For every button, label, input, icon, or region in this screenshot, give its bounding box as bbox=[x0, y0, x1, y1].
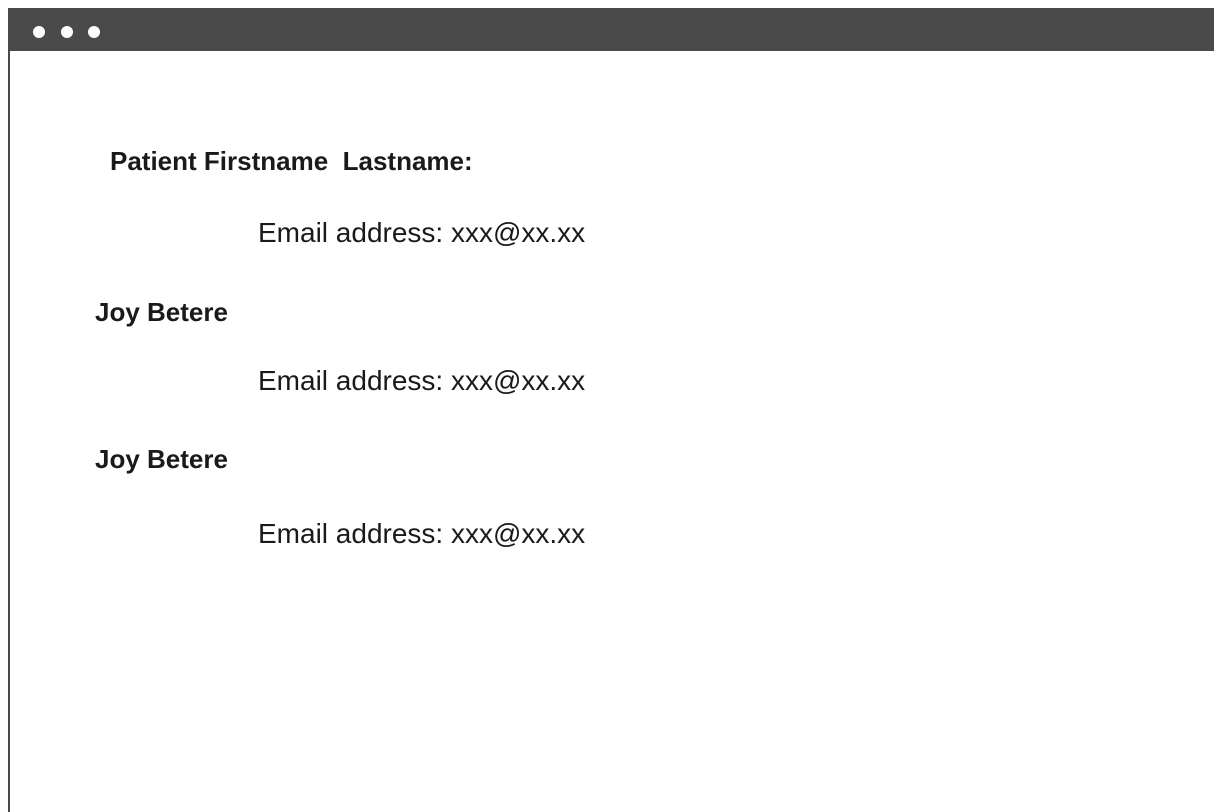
window-dot-icon[interactable] bbox=[61, 26, 73, 38]
email-value: xxx@xx.xx bbox=[450, 217, 586, 248]
email-label: Email address: bbox=[258, 365, 444, 396]
header-email: Email address: xxx@xx.xx bbox=[258, 217, 585, 249]
title-bar bbox=[8, 8, 1214, 51]
patient-email: Email address: xxx@xx.xx bbox=[258, 518, 585, 550]
window-dot-icon[interactable] bbox=[33, 26, 45, 38]
patient-list: Patient Firstname Lastname: Email addres… bbox=[10, 51, 1214, 812]
browser-window: Patient Firstname Lastname: Email addres… bbox=[8, 8, 1214, 812]
window-dot-icon[interactable] bbox=[88, 26, 100, 38]
email-value: xxx@xx.xx bbox=[450, 365, 586, 396]
email-label: Email address: bbox=[258, 518, 444, 549]
patient-name[interactable]: Joy Betere bbox=[95, 444, 228, 475]
patient-email: Email address: xxx@xx.xx bbox=[258, 365, 585, 397]
email-value: xxx@xx.xx bbox=[450, 518, 586, 549]
page-title: Patient Firstname Lastname: bbox=[110, 146, 473, 176]
patient-name[interactable]: Joy Betere bbox=[95, 297, 228, 328]
email-label: Email address: bbox=[258, 217, 444, 248]
